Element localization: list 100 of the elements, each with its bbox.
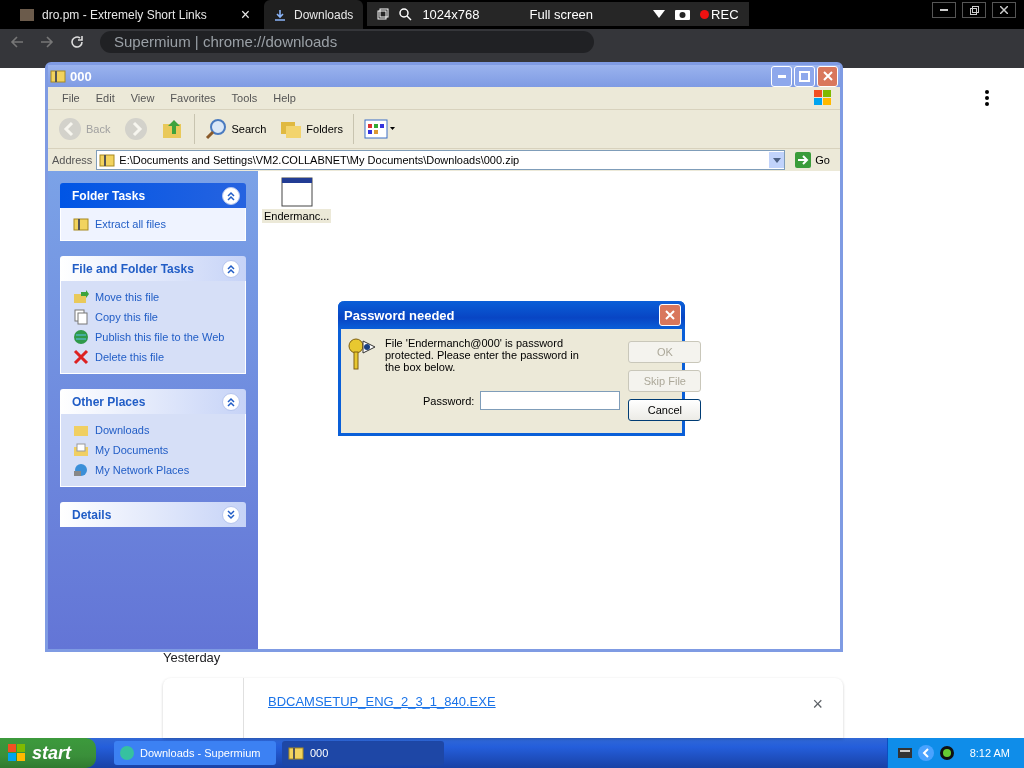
search-icon — [399, 7, 413, 21]
browser-tab[interactable]: Downloads — [264, 0, 364, 30]
zip-folder-icon — [50, 68, 66, 84]
network-icon — [73, 462, 89, 478]
task-panel-header[interactable]: Folder Tasks — [60, 183, 246, 208]
reload-icon — [70, 34, 84, 49]
record-label[interactable]: REC — [711, 6, 739, 22]
minimize-icon — [940, 9, 948, 11]
task-link[interactable]: Extract all files — [95, 218, 166, 230]
close-icon — [665, 310, 675, 320]
delete-icon — [73, 349, 89, 365]
application-file-icon — [280, 177, 313, 207]
globe-icon — [73, 329, 89, 345]
task-link[interactable]: Publish this file to the Web — [95, 331, 225, 343]
back-arrow-icon — [10, 34, 24, 49]
dialog-title: Password needed — [344, 307, 455, 323]
address-field[interactable]: E:\Documents and Settings\VM2.COLLABNET\My Documents\Downloads\000.zip — [96, 150, 786, 170]
date-heading: Yesterday — [163, 650, 222, 667]
zip-folder-icon — [73, 216, 89, 232]
caret-icon — [653, 10, 666, 18]
record-dot-icon — [700, 9, 710, 19]
close-icon — [1000, 6, 1008, 14]
close-button[interactable] — [992, 2, 1016, 18]
camera-icon — [675, 8, 691, 20]
task-panel-header[interactable]: Details — [60, 502, 246, 527]
task-link[interactable]: Copy this file — [95, 311, 158, 323]
restore-icon — [969, 5, 979, 15]
password-label: Password: — [423, 394, 475, 407]
window-icon — [377, 8, 390, 20]
window-title: 000 — [70, 68, 92, 84]
minimize-button[interactable] — [932, 2, 956, 18]
caret-icon — [772, 157, 781, 163]
remove-button[interactable]: × — [812, 694, 823, 738]
expand-icon — [226, 509, 236, 520]
resolution-label: 1024x768 — [422, 6, 480, 22]
browser-icon — [120, 746, 134, 760]
dialog-button[interactable]: Cancel — [628, 399, 702, 421]
more-menu-icon[interactable] — [985, 90, 989, 106]
zip-folder-icon — [288, 745, 304, 761]
mode-label: Full screen — [529, 6, 594, 22]
task-panel-header[interactable]: File and Folder Tasks — [60, 256, 246, 281]
keyboard-icon — [897, 748, 912, 758]
panel-title: Details — [72, 507, 113, 522]
menu-item[interactable]: File — [54, 92, 88, 104]
folder-arrow-icon — [73, 289, 89, 305]
file-name[interactable]: Endermanc... — [262, 209, 332, 223]
panel-title: Other Places — [72, 394, 147, 409]
panel-toggle[interactable] — [222, 259, 240, 278]
taskbar-button[interactable]: Downloads - Supermium — [114, 741, 276, 765]
search-button[interactable]: Search — [201, 116, 271, 142]
panel-toggle[interactable] — [222, 505, 240, 524]
collapse-icon — [226, 263, 236, 274]
site-icon — [20, 8, 34, 21]
address-label: Address — [52, 154, 93, 166]
task-link[interactable]: Move this file — [95, 291, 160, 303]
key-icon — [347, 337, 377, 371]
menu-item[interactable]: View — [122, 92, 163, 104]
panel-toggle[interactable] — [222, 186, 240, 205]
task-link[interactable]: Delete this file — [95, 351, 165, 363]
collapse-icon — [226, 396, 236, 407]
close-tab-button[interactable]: × — [240, 5, 250, 24]
search-icon — [205, 118, 228, 140]
download-icon — [274, 8, 286, 21]
folders-button[interactable]: Folders — [276, 117, 347, 141]
collapse-icon — [226, 190, 236, 201]
dialog-message: File 'Endermanch@000' is password protected. Please enter the password in the box below. — [385, 337, 580, 373]
task-link[interactable]: My Network Places — [95, 464, 190, 476]
task-link[interactable]: Downloads — [95, 424, 150, 436]
documents-folder-icon — [73, 442, 89, 458]
file-link[interactable]: BDCAMSETUP_ENG_2_3_1_840.EXE — [268, 694, 496, 738]
go-arrow-icon — [795, 152, 812, 168]
go-button[interactable]: Go — [789, 152, 836, 168]
menu-item[interactable]: Edit — [87, 92, 123, 104]
clock: 8:12 AM — [969, 747, 1010, 759]
status-icon — [939, 746, 954, 760]
views-icon — [364, 119, 396, 139]
dropdown-button[interactable] — [769, 152, 785, 168]
maximize-icon — [799, 70, 810, 82]
windows-logo-icon — [814, 90, 832, 106]
menu-item[interactable]: Help — [265, 92, 304, 104]
address-bar[interactable]: Supermium | chrome://downloads — [100, 30, 594, 53]
password-field[interactable] — [480, 391, 621, 410]
panel-title: Folder Tasks — [72, 188, 147, 203]
folders-icon — [280, 119, 303, 139]
panel-title: File and Folder Tasks — [72, 261, 195, 276]
restore-button[interactable] — [962, 2, 986, 18]
task-link[interactable]: My Documents — [95, 444, 169, 456]
copy-icon — [73, 309, 89, 325]
taskbar-button[interactable]: 000 — [282, 741, 444, 765]
chevron-icon — [917, 745, 934, 761]
zip-folder-icon — [99, 152, 116, 168]
task-panel-header[interactable]: Other Places — [60, 389, 246, 414]
close-icon — [822, 71, 833, 81]
forward-arrow-icon — [40, 34, 54, 49]
minimize-icon — [777, 74, 786, 78]
menu-item[interactable]: Tools — [223, 92, 266, 104]
windows-logo-icon — [8, 744, 26, 762]
panel-toggle[interactable] — [222, 392, 240, 411]
menu-item[interactable]: Favorites — [162, 92, 224, 104]
start-button[interactable]: start — [0, 738, 96, 768]
